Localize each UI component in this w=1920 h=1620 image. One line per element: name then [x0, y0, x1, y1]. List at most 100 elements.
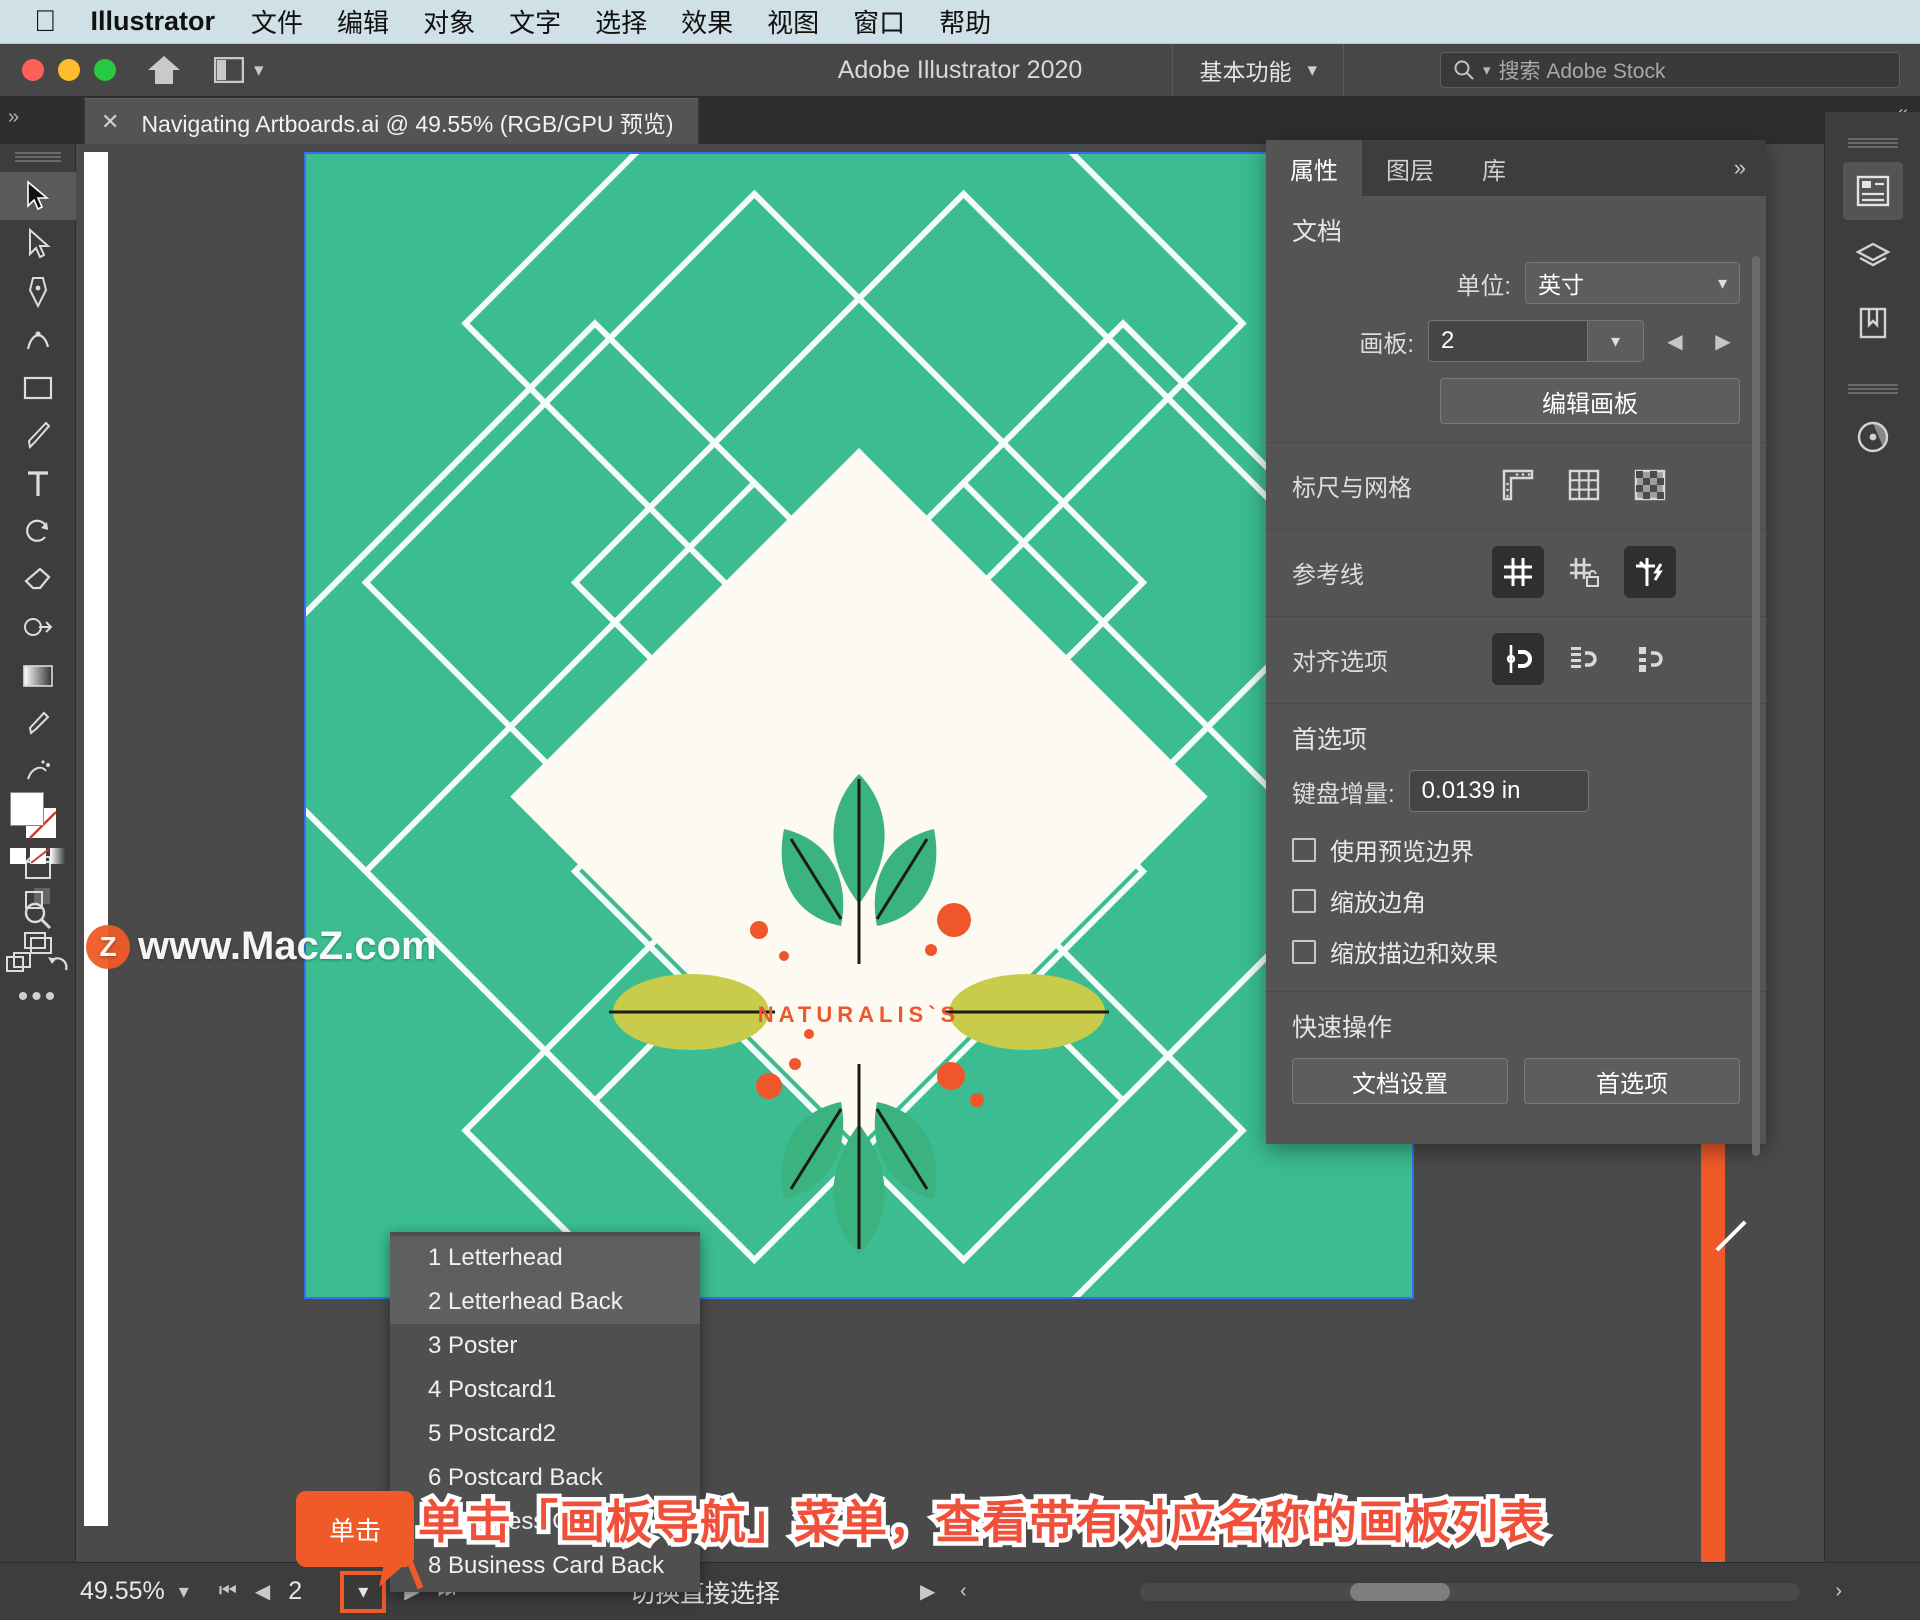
- window-controls[interactable]: [22, 59, 116, 81]
- menu-item-select[interactable]: 选择: [595, 3, 647, 40]
- document-setup-button[interactable]: 文档设置: [1292, 1058, 1508, 1104]
- fill-swatch[interactable]: [10, 792, 44, 826]
- symbol-sprayer-tool[interactable]: [0, 748, 76, 796]
- skip-first-icon[interactable]: ⏮: [219, 1580, 237, 1603]
- checkbox-scale-strokes-effects[interactable]: 缩放描边和效果: [1292, 934, 1740, 969]
- unit-select[interactable]: 英寸 ▾: [1525, 262, 1740, 304]
- artboard-menu-item-1[interactable]: 1 Letterhead: [390, 1236, 700, 1280]
- artboard-navigation-dropdown[interactable]: ▾: [340, 1570, 387, 1613]
- apple-logo-icon[interactable]: : [34, 6, 57, 37]
- minimize-window-button[interactable]: [58, 59, 80, 81]
- edit-artboards-button[interactable]: 编辑画板: [1440, 378, 1740, 424]
- smart-guides-icon[interactable]: [1624, 546, 1676, 598]
- preferences-button[interactable]: 首选项: [1524, 1058, 1740, 1104]
- direct-selection-tool[interactable]: [0, 220, 76, 268]
- checkbox-scale-corners[interactable]: 缩放边角: [1292, 883, 1740, 918]
- workspace-switcher[interactable]: 基本功能 ▾: [1172, 44, 1344, 96]
- zoom-level-value[interactable]: 49.55%: [80, 1577, 165, 1606]
- snap-to-pixel-icon[interactable]: [1624, 633, 1676, 685]
- chevron-down-icon[interactable]: ▾: [254, 59, 264, 82]
- tab-properties[interactable]: 属性: [1266, 140, 1362, 196]
- next-artboard-button[interactable]: ▶: [1706, 321, 1740, 361]
- arrange-documents-button[interactable]: ▾: [214, 57, 264, 83]
- triangle-left-icon[interactable]: ◀: [255, 1579, 270, 1604]
- maximize-window-button[interactable]: [94, 59, 116, 81]
- show-guides-icon[interactable]: [1492, 546, 1544, 598]
- chevron-double-right-icon[interactable]: »: [1734, 140, 1766, 196]
- artboard-menu-item-2[interactable]: 2 Letterhead Back: [390, 1280, 700, 1324]
- color-guide-panel-icon[interactable]: [1843, 408, 1903, 466]
- panel-scrollbar[interactable]: [1752, 256, 1760, 1156]
- chevron-down-icon[interactable]: ▾: [1588, 320, 1644, 362]
- selection-tool[interactable]: [0, 172, 76, 220]
- keyboard-increment-input[interactable]: 0.0139 in: [1408, 770, 1589, 812]
- menu-item-window[interactable]: 窗口: [853, 3, 905, 40]
- eraser-tool[interactable]: [0, 556, 76, 604]
- drawing-mode-icon[interactable]: [10, 888, 66, 912]
- show-rulers-icon[interactable]: [1492, 459, 1544, 511]
- screen-mode-icon[interactable]: [10, 932, 66, 954]
- document-tab[interactable]: ✕ Navigating Artboards.ai @ 49.55% (RGB/…: [84, 98, 699, 144]
- pen-tool[interactable]: [0, 268, 76, 316]
- properties-panel[interactable]: 属性 图层 库 » 文档 单位: 英寸 ▾ 画板: 2 ▾ ◀ ▶ 编辑画板 标…: [1266, 140, 1766, 1156]
- artboard-number-field[interactable]: 2: [288, 1577, 322, 1606]
- dock-drag-handle-2[interactable]: [1847, 384, 1898, 394]
- curvature-tool[interactable]: [0, 316, 76, 364]
- close-window-button[interactable]: [22, 59, 44, 81]
- menu-app-name[interactable]: Illustrator: [91, 6, 216, 37]
- lock-guides-icon[interactable]: [1558, 546, 1610, 598]
- chevron-down-icon[interactable]: ▾: [179, 1579, 189, 1604]
- tab-layers[interactable]: 图层: [1362, 140, 1458, 196]
- none-swatch-icon[interactable]: [30, 848, 50, 864]
- properties-panel-icon[interactable]: [1842, 162, 1903, 220]
- artboard-number-input[interactable]: 2: [1428, 320, 1588, 362]
- menu-item-effect[interactable]: 效果: [681, 3, 733, 40]
- snap-to-point-icon[interactable]: [1492, 633, 1544, 685]
- show-grid-icon[interactable]: [1558, 459, 1610, 511]
- snap-to-grid-icon[interactable]: [1558, 633, 1610, 685]
- horizontal-scrollbar[interactable]: [1140, 1582, 1800, 1601]
- show-transparency-grid-icon[interactable]: [1624, 459, 1676, 511]
- layers-panel-icon[interactable]: [1843, 228, 1903, 286]
- checkbox-use-preview-bounds[interactable]: 使用预览边界: [1292, 832, 1740, 867]
- gradient-swatch-icon[interactable]: [50, 848, 66, 864]
- ellipsis-icon[interactable]: •••: [10, 980, 66, 1014]
- rectangle-tool[interactable]: [0, 364, 76, 412]
- fill-stroke-swatches[interactable]: •••: [10, 792, 66, 1014]
- gradient-tool[interactable]: [0, 652, 76, 700]
- previous-artboard-button[interactable]: ◀: [1658, 321, 1692, 361]
- zoom-level-control[interactable]: 49.55% ▾: [80, 1577, 189, 1606]
- paintbrush-tool[interactable]: [0, 412, 76, 460]
- expand-panel-icon[interactable]: »: [8, 106, 19, 129]
- checkbox-icon[interactable]: [1292, 837, 1316, 862]
- default-fill-stroke-icon[interactable]: [10, 848, 26, 864]
- home-icon[interactable]: [144, 50, 184, 90]
- close-icon[interactable]: ✕: [101, 109, 119, 135]
- chevron-down-icon[interactable]: ▾: [1483, 61, 1491, 79]
- search-input[interactable]: 搜索 Adobe Stock: [1499, 55, 1666, 85]
- checkbox-icon[interactable]: [1292, 888, 1316, 913]
- tab-libraries[interactable]: 库: [1458, 140, 1530, 196]
- checkbox-icon[interactable]: [1292, 939, 1316, 964]
- menu-item-object[interactable]: 对象: [423, 3, 475, 40]
- scroll-right-icon[interactable]: ›: [1835, 1580, 1842, 1603]
- type-tool[interactable]: [0, 460, 76, 508]
- artboard-menu-item-3[interactable]: 3 Poster: [390, 1324, 700, 1368]
- menu-item-help[interactable]: 帮助: [939, 3, 991, 40]
- dock-drag-handle[interactable]: [1847, 138, 1898, 148]
- status-menu-arrow-icon[interactable]: ▶: [920, 1579, 935, 1604]
- menu-item-view[interactable]: 视图: [767, 3, 819, 40]
- scroll-left-icon[interactable]: ‹: [960, 1580, 967, 1603]
- artboard-menu-item-4[interactable]: 4 Postcard1: [390, 1368, 700, 1412]
- shape-builder-tool[interactable]: [0, 604, 76, 652]
- libraries-panel-icon[interactable]: [1843, 294, 1903, 352]
- scrollbar-thumb[interactable]: [1350, 1582, 1450, 1601]
- toolbar-drag-handle[interactable]: [14, 152, 61, 162]
- menu-item-edit[interactable]: 编辑: [337, 3, 389, 40]
- fill-and-stroke[interactable]: [10, 792, 57, 839]
- artboard-menu-item-5[interactable]: 5 Postcard2: [390, 1412, 700, 1456]
- rotate-tool[interactable]: [0, 508, 76, 556]
- menu-item-type[interactable]: 文字: [509, 3, 561, 40]
- eyedropper-tool[interactable]: [0, 700, 76, 748]
- menu-item-file[interactable]: 文件: [251, 3, 303, 40]
